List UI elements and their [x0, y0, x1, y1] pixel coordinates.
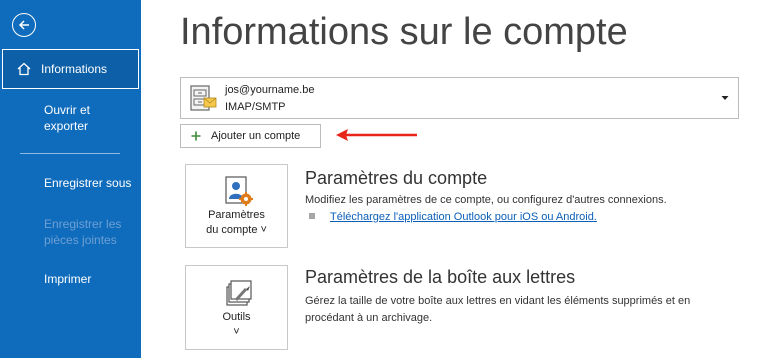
sidebar-item-print[interactable]: Imprimer	[0, 271, 141, 287]
sidebar-item-label: Informations	[41, 62, 108, 76]
chevron-down-icon	[721, 96, 729, 100]
outlook-mobile-link[interactable]: Téléchargez l'application Outlook pour i…	[330, 211, 597, 223]
mail-account-icon	[190, 85, 217, 111]
tools-icon	[226, 280, 252, 306]
sidebar-item-save-attachments: Enregistrer les pièces jointes	[44, 217, 122, 247]
section-description: Modifiez les paramètres de ce compte, ou…	[305, 194, 667, 206]
add-account-label: Ajouter un compte	[211, 130, 301, 142]
section-title-account-settings: Paramètres du compte	[305, 168, 488, 188]
sidebar-divider	[20, 153, 120, 154]
account-settings-label-line2: du compte ˅	[206, 224, 267, 236]
sidebar: Informations Ouvrir et exporter Enregist…	[0, 0, 141, 358]
sidebar-item-open-export[interactable]: Ouvrir et exporter	[0, 102, 141, 134]
tools-button[interactable]: Outils ˅	[185, 265, 288, 350]
back-button[interactable]	[12, 13, 36, 37]
bullet-icon	[309, 213, 315, 219]
tools-label: Outils	[222, 311, 251, 323]
sidebar-item-save-as[interactable]: Enregistrer sous	[0, 175, 141, 191]
add-account-button[interactable]: Ajouter un compte	[180, 124, 321, 148]
page-title: Informations sur le compte	[180, 11, 628, 53]
account-settings-button[interactable]: Paramètres du compte ˅	[185, 164, 288, 248]
sidebar-item-informations[interactable]: Informations	[2, 49, 139, 89]
account-email: jos@yourname.be	[225, 84, 315, 96]
plus-icon	[191, 131, 201, 141]
section-description: Gérez la taille de votre boîte aux lettr…	[305, 295, 691, 324]
account-settings-icon	[225, 176, 253, 206]
account-type: IMAP/SMTP	[225, 101, 286, 113]
section-title-mailbox-settings: Paramètres de la boîte aux lettres	[305, 267, 576, 287]
account-settings-label: Paramètres	[208, 209, 265, 221]
back-arrow-icon	[18, 20, 29, 30]
tools-label-chevron: ˅	[233, 326, 240, 338]
annotation-arrow-icon	[336, 129, 417, 141]
account-selector[interactable]: jos@yourname.be IMAP/SMTP	[180, 77, 739, 119]
home-icon	[17, 61, 33, 77]
